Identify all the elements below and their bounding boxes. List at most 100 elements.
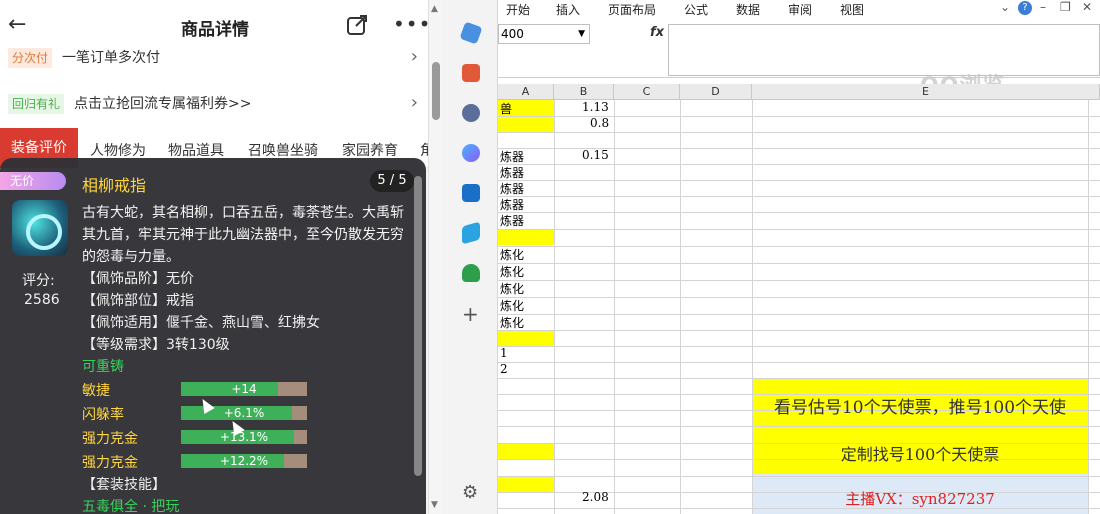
grid-line: [498, 132, 1100, 133]
chevron-right-icon: ›: [410, 92, 418, 113]
menu-formulas[interactable]: 公式: [684, 1, 708, 18]
grid-line: [498, 314, 1100, 315]
chevron-down-icon[interactable]: ⌄: [1000, 0, 1010, 14]
cell-b2[interactable]: 0.8: [590, 116, 609, 130]
tab-items[interactable]: 物品道具: [168, 140, 224, 160]
score-label: 评分:: [22, 273, 55, 289]
minimize-icon[interactable]: –: [1040, 0, 1046, 14]
installment-row[interactable]: 分次付 一笔订单多次付 ›: [0, 40, 430, 76]
tab-home[interactable]: 家园养育: [342, 140, 398, 160]
more-icon[interactable]: •••: [393, 12, 430, 36]
set-skill-name: 五毒俱全 · 把玩: [82, 499, 180, 514]
column-header-a[interactable]: A: [498, 84, 554, 100]
browser-sidebar: + ⚙: [442, 0, 498, 514]
grid-line: [498, 212, 1100, 213]
cell-a16[interactable]: 1: [500, 346, 508, 360]
cell-a13[interactable]: 炼化: [500, 297, 524, 314]
item-name: 相柳戒指: [82, 176, 147, 195]
grid-line: [680, 100, 681, 514]
menu-insert[interactable]: 插入: [556, 1, 580, 18]
menu-data[interactable]: 数据: [736, 1, 760, 18]
grid-line: [498, 180, 1100, 181]
installment-text: 一笔订单多次付: [62, 50, 160, 66]
stat-value: +14: [231, 382, 257, 396]
scroll-thumb[interactable]: [432, 62, 440, 120]
grid-line: [498, 196, 1100, 197]
cell-b1[interactable]: 1.13: [582, 100, 609, 114]
item-description: 古有大蛇，其名相柳，口吞五岳，毒荼苍生。大禹斩其九首，牢其元神于此九幽法器中，至…: [82, 205, 404, 265]
outlook-icon[interactable]: [462, 184, 480, 202]
panel-scrollbar[interactable]: ▲ ▼: [428, 0, 442, 514]
send-icon[interactable]: [462, 221, 480, 245]
restore-icon[interactable]: ❐: [1060, 0, 1071, 14]
cell-a11[interactable]: 炼化: [500, 263, 524, 280]
card-scrollbar[interactable]: [414, 176, 422, 476]
tab-summon[interactable]: 召唤兽坐骑: [248, 140, 318, 160]
menu-home[interactable]: 开始: [506, 1, 530, 18]
attr-class: 【佩饰适用】偃千金、燕山雪、红拂女: [82, 315, 320, 331]
formula-input[interactable]: [668, 24, 1100, 76]
fx-icon[interactable]: fx: [650, 25, 664, 40]
column-header-b[interactable]: B: [554, 84, 614, 100]
help-icon[interactable]: ?: [1018, 1, 1032, 15]
grid-line: [498, 378, 1100, 379]
column-header-c[interactable]: C: [614, 84, 680, 100]
grid-line: [554, 100, 555, 514]
stat-label: 闪躲率: [82, 407, 124, 423]
cell-a8[interactable]: 炼器: [500, 212, 524, 229]
cell-a5[interactable]: 炼器: [500, 164, 524, 181]
scroll-up-icon[interactable]: ▲: [431, 4, 438, 14]
grid-line: [614, 100, 615, 514]
cell-b24[interactable]: 2.08: [582, 490, 609, 504]
grid-line: [498, 164, 1100, 165]
cell-a7[interactable]: 炼器: [500, 196, 524, 213]
column-header-e[interactable]: E: [752, 84, 1100, 100]
cell-a1[interactable]: 兽: [500, 100, 512, 117]
menu-page-layout[interactable]: 页面布局: [608, 1, 656, 18]
score-value: 2586: [24, 292, 60, 308]
cell-fill: [498, 476, 554, 492]
promo-cell-2[interactable]: 定制找号100个天使票: [752, 441, 1088, 465]
column-header-d[interactable]: D: [680, 84, 752, 100]
copilot-icon[interactable]: [462, 144, 480, 162]
installment-tag: 分次付: [8, 48, 53, 68]
tab-character[interactable]: 人物修为: [90, 140, 146, 160]
share-icon[interactable]: [346, 14, 368, 36]
cell-a17[interactable]: 2: [500, 362, 508, 376]
close-icon[interactable]: ✕: [1082, 0, 1092, 14]
formula-bar: 400▼ fx QQ浏览: [498, 22, 1100, 99]
cell-a12[interactable]: 炼化: [500, 280, 524, 297]
cell-a14[interactable]: 炼化: [500, 314, 524, 331]
chevron-down-icon[interactable]: ▼: [578, 25, 585, 43]
gear-icon[interactable]: ⚙: [462, 482, 478, 503]
return-gift-text: 点击立抢回流专属福利券>>: [74, 96, 252, 112]
cell-a4[interactable]: 炼器: [500, 148, 524, 165]
grid-line: [498, 246, 1100, 247]
rarity-badge: 无价: [0, 172, 66, 190]
tag-icon[interactable]: [459, 21, 483, 45]
stat-bar: +13.1%: [181, 430, 307, 444]
tree-icon[interactable]: [462, 264, 480, 282]
add-icon[interactable]: +: [462, 302, 479, 326]
item-tooltip-card: 无价 相柳戒指 5 / 5 古有大蛇，其名相柳，口吞五岳，毒荼苍生。大禹斩其九首…: [0, 158, 426, 514]
cell-a10[interactable]: 炼化: [500, 246, 524, 263]
user-icon[interactable]: [462, 104, 480, 122]
attr-grade: 【佩饰品阶】无价: [82, 271, 194, 287]
cell-fill: [498, 116, 554, 132]
grid-line: [498, 476, 1100, 477]
return-gift-row[interactable]: 回归有礼 点击立抢回流专属福利券>> ›: [0, 86, 430, 122]
scroll-down-icon[interactable]: ▼: [431, 500, 438, 510]
promo-cell-3[interactable]: 主播VX：syn827237: [752, 488, 1088, 509]
grid-line: [498, 229, 1100, 230]
promo-cell-1[interactable]: 看号估号10个天使票，推号100个天使: [752, 393, 1088, 418]
name-box[interactable]: 400 ▼: [498, 24, 590, 44]
cell-b4[interactable]: 0.15: [582, 148, 609, 162]
menu-view[interactable]: 视图: [840, 1, 864, 18]
cell-a6[interactable]: 炼器: [500, 180, 524, 197]
attr-slot: 【佩饰部位】戒指: [82, 293, 194, 309]
stat-label: 强力克金: [82, 455, 138, 471]
stat-value: +12.2%: [219, 454, 269, 468]
toolbox-icon[interactable]: [462, 64, 480, 82]
spreadsheet-window: 开始 插入 页面布局 公式 数据 审阅 视图 ⌄ ? – ❐ ✕ 400 ▼ fx…: [498, 0, 1100, 514]
menu-review[interactable]: 审阅: [788, 1, 812, 18]
